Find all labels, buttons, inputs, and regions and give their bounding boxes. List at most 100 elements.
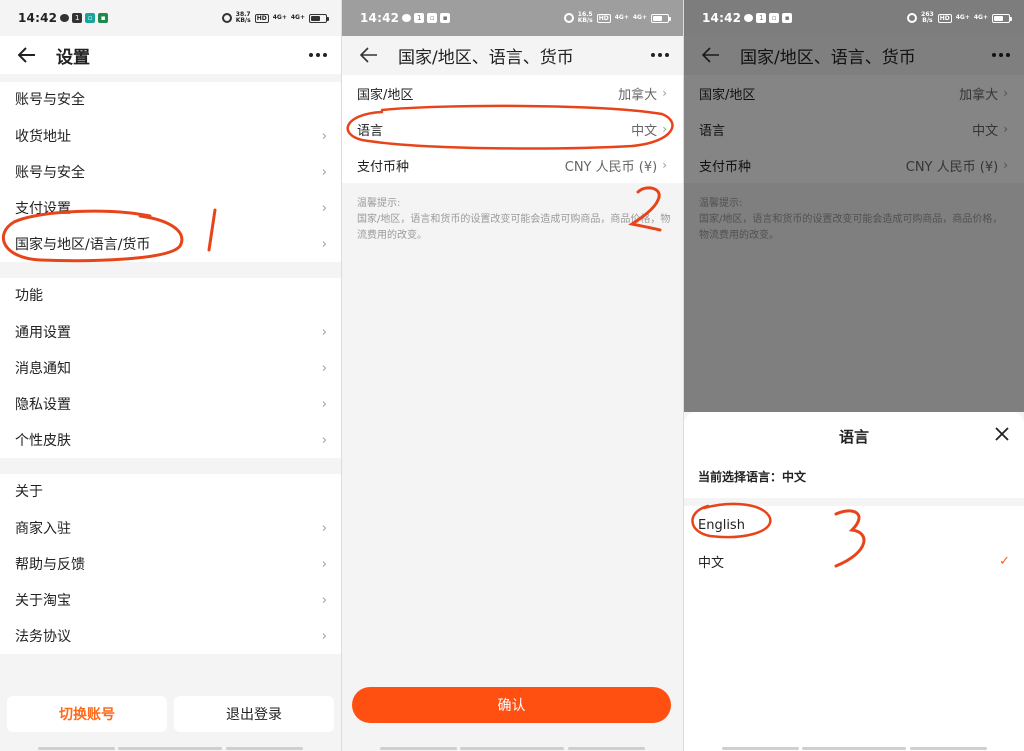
settings-item-label: 收货地址 [15,129,71,145]
status-time: 14:42 [702,11,742,25]
language-option-chinese[interactable]: 中文 ✓ [684,543,1024,579]
status-time: 14:42 [360,11,400,25]
settings-item-notifications[interactable]: 消息通知 › [0,350,341,386]
chevron-right-icon: › [321,396,327,412]
chevron-right-icon: › [321,432,327,448]
settings-item-label: 关于淘宝 [15,593,71,609]
logout-button[interactable]: 退出登录 [174,696,334,732]
more-dots-icon[interactable] [651,53,669,57]
switch-account-button[interactable]: 切换账号 [7,696,167,732]
screen-settings: 14:42 1 ▫ ▪ 38.7 KB/s HD 4G+ 4G+ 设置 账号与安全… [0,0,341,751]
settings-item-legal[interactable]: 法务协议 › [0,618,341,654]
tip-body: 国家/地区，语言和货币的设置改变可能会造成可购商品，商品价格，物流费用的改变。 [357,214,671,241]
settings-item-merchant[interactable]: 商家入驻 › [0,510,341,546]
settings-item-label: 隐私设置 [15,397,71,413]
check-icon: ✓ [999,553,1010,569]
signal-icon: 4G+ [272,14,287,21]
settings-item-address[interactable]: 收货地址 › [0,118,341,154]
settings-item-help[interactable]: 帮助与反馈 › [0,546,341,582]
setting-value: CNY 人民币 (¥) [564,159,658,175]
language-bottom-sheet: 语言 当前选择语言：中文 English 中文 ✓ 中文 [684,412,1024,751]
tip-text-block: 温馨提示: 国家/地区，语言和货币的设置改变可能会造成可购商品，商品价格，物流费… [357,196,671,244]
language-option-english[interactable]: English [684,507,1024,543]
back-button[interactable] [16,44,38,66]
signal-icon: 4G+ [955,14,970,21]
app-notification-icon: ▪ [782,13,793,23]
chevron-right-icon: › [662,158,667,172]
settings-item-label: 帮助与反馈 [15,557,85,573]
settings-item-payment[interactable]: 支付设置 › [0,190,341,226]
settings-item-label: 通用设置 [15,325,71,341]
gesture-bar [380,747,457,750]
settings-item-general[interactable]: 通用设置 › [0,314,341,350]
setting-value: 中文 [631,123,658,139]
settings-item-region-language-currency[interactable]: 国家与地区/语言/货币 › [0,226,341,262]
chevron-right-icon: › [662,122,667,136]
settings-item-about[interactable]: 关于淘宝 › [0,582,341,618]
chevron-right-icon: › [321,360,327,376]
settings-list: 国家/地区 加拿大 › 语言 中文 › 支付币种 CNY 人民币 (¥) › [342,75,683,183]
hd-icon: HD [254,13,269,23]
app-notification-icon: ▫ [769,13,780,23]
sheet-title: 语言 [838,428,869,446]
chevron-right-icon: › [321,200,327,216]
footer-actions: 切换账号 退出登录 [0,688,341,751]
alarm-icon [563,13,574,23]
chevron-right-icon: › [321,164,327,180]
settings-item-label: 国家与地区/语言/货币 [15,237,151,253]
setting-label: 国家/地区 [357,87,414,103]
gesture-bar [118,747,222,750]
status-bar: 14:42 1 ▫ ▪ 16.5 KB/s HD 4G+ 4G+ [342,0,683,36]
confirm-button[interactable]: 确认 [352,687,671,723]
chevron-right-icon: › [321,628,327,644]
setting-value: 加拿大 [618,87,658,103]
network-speed-unit: B/s [922,17,933,24]
status-time: 14:42 [18,11,58,25]
screen-language-picker: 14:42 1 ▫ ▪ 263 B/s HD 4G+ 4G+ 国家/地区、语言、货… [684,0,1024,751]
group-title: 功能 [15,288,43,304]
arrow-left-icon [18,47,35,63]
network-speed: 16.5 KB/s [578,12,593,24]
settings-item-label: 法务协议 [15,629,71,645]
network-speed: 263 B/s [921,12,934,24]
arrow-left-icon [360,47,377,63]
message-icon [60,14,70,22]
group-features: 功能 通用设置 › 消息通知 › 隐私设置 › 个性皮肤 › [0,278,341,458]
settings-item-label: 账号与安全 [15,165,85,181]
modal-backdrop[interactable] [684,36,1024,412]
app-notification-icon: ▫ [85,13,96,23]
current-language-label: 当前选择语言：中文 [698,470,807,484]
back-button[interactable] [358,44,380,66]
app-notification-icon: ▪ [98,13,109,23]
more-dots-icon[interactable] [309,53,327,57]
signal-icon: 4G+ [632,14,647,21]
app-notification-icon: ▫ [427,13,438,23]
message-icon [402,14,412,22]
gesture-bar [722,747,799,750]
setting-label: 语言 [357,123,384,139]
alarm-icon [907,13,918,23]
signal-icon: 4G+ [290,14,305,21]
app-notification-icon: 1 [414,13,425,23]
chevron-right-icon: › [321,592,327,608]
page-title: 设置 [56,47,90,68]
setting-row-region[interactable]: 国家/地区 加拿大 › [342,75,683,111]
network-speed-unit: KB/s [235,17,251,24]
screen-region-language-currency: 14:42 1 ▫ ▪ 16.5 KB/s HD 4G+ 4G+ 国家/地区、语言… [342,0,683,751]
chevron-right-icon: › [321,128,327,144]
tip-title: 温馨提示: [357,198,401,209]
settings-item-skin[interactable]: 个性皮肤 › [0,422,341,458]
close-icon[interactable] [994,426,1010,442]
settings-item-account-security[interactable]: 账号与安全 › [0,154,341,190]
setting-row-currency[interactable]: 支付币种 CNY 人民币 (¥) › [342,147,683,183]
settings-item-privacy[interactable]: 隐私设置 › [0,386,341,422]
message-icon [744,14,754,22]
group-title: 关于 [15,484,43,500]
signal-icon: 4G+ [973,14,988,21]
gesture-bar [802,747,906,750]
settings-item-label: 个性皮肤 [15,433,71,449]
network-speed: 38.7 KB/s [236,12,251,24]
battery-icon [309,13,329,23]
setting-row-language[interactable]: 语言 中文 › [342,111,683,147]
gesture-bar [568,747,645,750]
